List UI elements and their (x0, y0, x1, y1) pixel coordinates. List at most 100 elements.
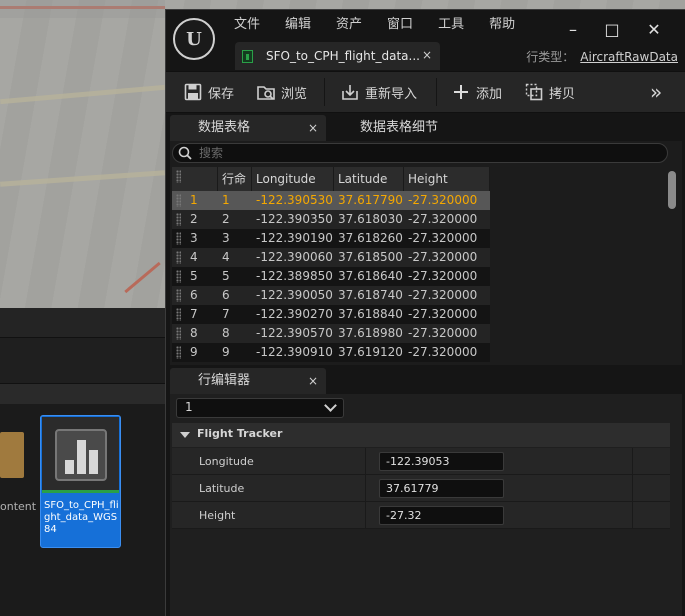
height-cell: -27.320000 (408, 250, 478, 264)
chart-bar-icon (89, 450, 98, 474)
height-cell: -27.320000 (408, 345, 478, 359)
row-name-dropdown[interactable]: 1 (176, 398, 344, 418)
property-name: Longitude (199, 455, 254, 468)
row-index-cell: 1 (190, 193, 198, 207)
menu-tools[interactable]: 工具 (430, 16, 472, 34)
asset-tile-data-table[interactable]: SFO_to_CPH_flight_data_WGS84 (40, 415, 121, 548)
latitude-cell: 37.618640 (338, 269, 403, 283)
chart-bar-icon (65, 460, 74, 474)
row-editor-tabbar: 行编辑器 × (170, 368, 682, 394)
table-row[interactable]: 6 6 -122.390050 37.618740 -27.320000 (172, 286, 490, 305)
height-field[interactable] (379, 506, 504, 525)
document-tab[interactable]: SFO_to_CPH_flight_data... × (235, 42, 440, 70)
row-editor-panel: 行编辑器 × 1 Flight Tracker Longitude Latitu… (170, 368, 682, 616)
table-header: 行命 Longitude Latitude Height (172, 167, 490, 191)
longitude-cell: -122.389850 (256, 269, 333, 283)
tab-row-editor[interactable]: 行编辑器 × (170, 368, 326, 394)
search-icon (178, 146, 192, 160)
column-header-row-name[interactable]: 行命 (218, 167, 252, 191)
longitude-field[interactable] (379, 452, 504, 471)
toolbar-overflow-button[interactable]: » (650, 72, 662, 112)
property-divider[interactable] (365, 475, 366, 502)
row-index-cell: 4 (190, 250, 198, 264)
folder-icon[interactable] (0, 432, 24, 478)
row-drag-handle-icon[interactable] (172, 248, 184, 267)
height-cell: -27.320000 (408, 193, 478, 207)
tab-data-table-details[interactable]: 数据表格细节 (360, 115, 510, 141)
row-drag-handle-icon[interactable] (172, 229, 184, 248)
table-row[interactable]: 4 4 -122.390060 37.618500 -27.320000 (172, 248, 490, 267)
longitude-cell: -122.390270 (256, 307, 333, 321)
longitude-cell: -122.390050 (256, 288, 333, 302)
menu-bar: 文件 编辑 资产 窗口 工具 帮助 (226, 16, 532, 34)
tab-data-table[interactable]: 数据表格 × (170, 115, 326, 141)
row-name-cell: 8 (222, 326, 230, 340)
row-drag-handle-icon[interactable] (172, 343, 184, 362)
close-tab-icon[interactable]: × (422, 48, 432, 62)
menu-asset[interactable]: 资产 (328, 16, 370, 34)
document-tab-label: SFO_to_CPH_flight_data... (266, 49, 420, 63)
data-table-grid[interactable]: 行命 Longitude Latitude Height 1 1 -122.3905… (172, 167, 490, 362)
add-label: 添加 (476, 86, 503, 102)
search-field[interactable] (172, 143, 668, 163)
column-header-height[interactable]: Height (404, 167, 490, 191)
reimport-button[interactable]: 重新导入 (341, 72, 417, 112)
close-window-button[interactable]: ✕ (636, 18, 672, 42)
table-body: 1 1 -122.390530 37.617790 -27.320000 2 2 -122.3… (172, 191, 490, 362)
copy-row-button[interactable]: 拷贝 (525, 72, 575, 112)
height-cell: -27.320000 (408, 307, 478, 321)
title-bar[interactable]: U 文件 编辑 资产 窗口 工具 帮助 – □ ✕ SFO_to_CPH_fli… (166, 10, 685, 71)
row-drag-handle-icon[interactable] (172, 267, 184, 286)
table-row[interactable]: 8 8 -122.390570 37.618980 -27.320000 (172, 324, 490, 343)
row-drag-handle-icon[interactable] (172, 191, 184, 210)
add-row-button[interactable]: 添加 (452, 72, 502, 112)
row-name-cell: 1 (222, 193, 230, 207)
minimize-button[interactable]: – (555, 18, 591, 42)
close-tab-icon[interactable]: × (308, 115, 318, 141)
row-name-cell: 2 (222, 212, 230, 226)
column-header-longitude[interactable]: Longitude (252, 167, 334, 191)
latitude-cell: 37.618260 (338, 231, 403, 245)
longitude-cell: -122.390060 (256, 250, 333, 264)
row-name-cell: 4 (222, 250, 230, 264)
row-drag-handle-icon[interactable] (172, 305, 184, 324)
table-row[interactable]: 7 7 -122.390270 37.618840 -27.320000 (172, 305, 490, 324)
search-input[interactable] (199, 145, 639, 161)
browse-button[interactable]: 浏览 (257, 72, 307, 112)
row-type-label: 行类型： (526, 50, 575, 64)
save-button[interactable]: 保存 (184, 72, 234, 112)
row-drag-handle-icon[interactable] (172, 324, 184, 343)
row-index-cell: 5 (190, 269, 198, 283)
close-tab-icon[interactable]: × (308, 368, 318, 394)
property-divider[interactable] (365, 448, 366, 475)
height-cell: -27.320000 (408, 288, 478, 302)
toolbar-divider (436, 78, 437, 106)
folder-label: ontent (0, 500, 37, 513)
menu-help[interactable]: 帮助 (481, 16, 523, 34)
menu-window[interactable]: 窗口 (379, 16, 421, 34)
table-row[interactable]: 5 5 -122.389850 37.618640 -27.320000 (172, 267, 490, 286)
table-scrollbar[interactable] (668, 171, 676, 209)
height-cell: -27.320000 (408, 212, 478, 226)
table-row[interactable]: 9 9 -122.390910 37.619120 -27.320000 (172, 343, 490, 362)
menu-edit[interactable]: 编辑 (277, 16, 319, 34)
column-header-latitude[interactable]: Latitude (334, 167, 404, 191)
table-row[interactable]: 1 1 -122.390530 37.617790 -27.320000 (172, 191, 490, 210)
row-type-link[interactable]: AircraftRawData (580, 50, 678, 64)
latitude-cell: 37.618500 (338, 250, 403, 264)
data-table-icon (242, 49, 253, 63)
property-name: Height (199, 509, 236, 522)
longitude-cell: -122.390570 (256, 326, 333, 340)
data-table-tabbar: 数据表格 × 数据表格细节 (170, 115, 682, 141)
row-drag-handle-icon[interactable] (172, 210, 184, 229)
row-drag-handle-icon[interactable] (172, 286, 184, 305)
menu-file[interactable]: 文件 (226, 16, 268, 34)
red-guide-line (124, 261, 161, 294)
property-name: Latitude (199, 482, 245, 495)
maximize-button[interactable]: □ (594, 18, 630, 42)
table-row[interactable]: 3 3 -122.390190 37.618260 -27.320000 (172, 229, 490, 248)
latitude-field[interactable] (379, 479, 504, 498)
table-row[interactable]: 2 2 -122.390350 37.618030 -27.320000 (172, 210, 490, 229)
property-divider[interactable] (365, 502, 366, 529)
category-flight-tracker[interactable]: Flight Tracker (172, 423, 670, 447)
